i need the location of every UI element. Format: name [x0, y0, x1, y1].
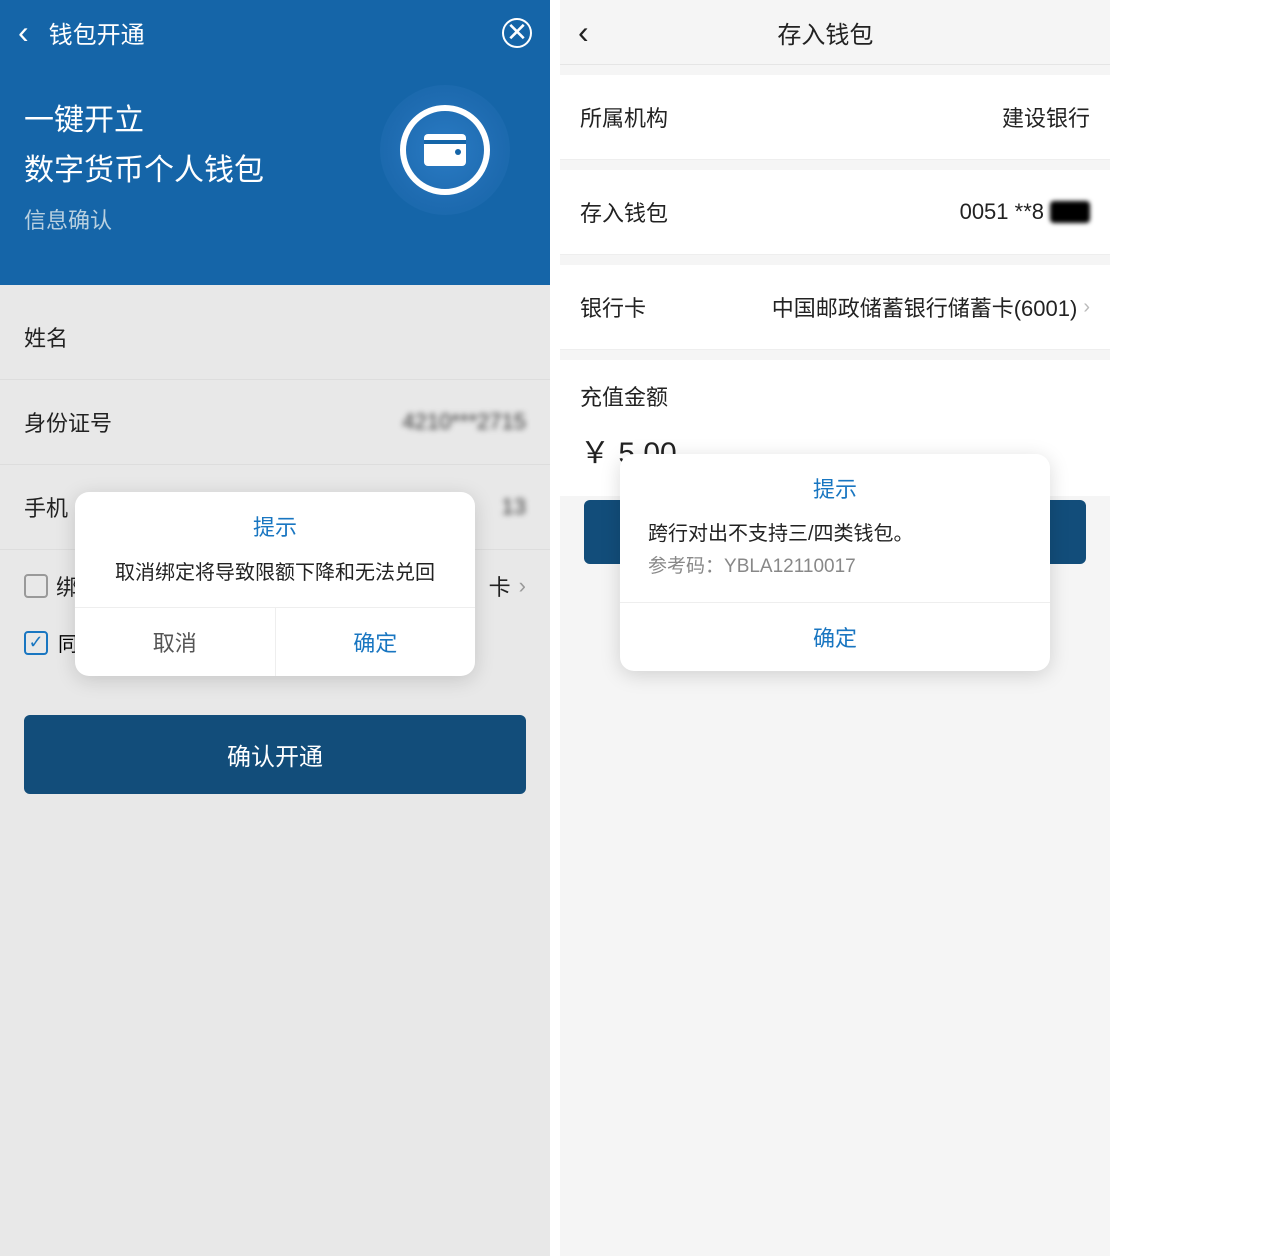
dialog-ref: 参考码：YBLA12110017	[648, 556, 856, 577]
wallet-value: 0051 **8	[960, 199, 1090, 225]
dialog-title: 提示	[75, 492, 475, 552]
dialog-unbind-warning: 提示 取消绑定将导致限额下降和无法兑回 取消 确定	[75, 492, 475, 676]
card-row[interactable]: 银行卡 中国邮政储蓄银行储蓄卡(6001) ›	[560, 265, 1110, 350]
wallet-icon	[422, 130, 468, 170]
name-row[interactable]: 姓名	[0, 295, 550, 380]
confirm-open-button[interactable]: 确认开通	[24, 715, 526, 794]
org-row[interactable]: 所属机构 建设银行	[560, 75, 1110, 160]
header: ‹ 存入钱包	[560, 0, 1110, 65]
org-label: 所属机构	[580, 101, 668, 133]
amount-label: 充值金额	[560, 360, 1110, 418]
card-label: 银行卡	[580, 291, 646, 323]
chevron-right-icon: ›	[1083, 296, 1090, 319]
dialog-cross-bank-error: 提示 跨行对出不支持三/四类钱包。 参考码：YBLA12110017 确定	[620, 454, 1050, 671]
card-value: 中国邮政储蓄银行储蓄卡(6001) ›	[772, 291, 1090, 323]
dialog-message: 取消绑定将导致限额下降和无法兑回	[75, 552, 475, 607]
wallet-row[interactable]: 存入钱包 0051 **8	[560, 170, 1110, 255]
back-icon[interactable]: ‹	[18, 14, 29, 51]
name-label: 姓名	[24, 321, 68, 353]
wallet-icon-circle	[380, 85, 510, 215]
wallet-label: 存入钱包	[580, 196, 668, 228]
agree-checkbox[interactable]: ✓	[24, 631, 48, 655]
phone-value: 13	[502, 494, 526, 520]
cancel-button[interactable]: 取消	[75, 608, 276, 676]
wallet-value-redacted	[1050, 201, 1090, 223]
ok-button[interactable]: 确定	[620, 602, 1050, 671]
ok-button[interactable]: 确定	[276, 608, 476, 676]
bind-suffix: 卡	[489, 570, 511, 602]
id-label: 身份证号	[24, 406, 112, 438]
dialog-buttons: 取消 确定	[75, 607, 475, 676]
header-title: 钱包开通	[49, 15, 145, 50]
header-title: 存入钱包	[589, 15, 1062, 50]
dialog-title: 提示	[620, 454, 1050, 514]
phone-label: 手机	[24, 491, 68, 523]
close-icon[interactable]: ✕	[502, 18, 532, 48]
screen-deposit-wallet: ‹ 存入钱包 所属机构 建设银行 存入钱包 0051 **8 银行卡 中国邮政储…	[560, 0, 1110, 1256]
bind-checkbox[interactable]	[24, 574, 48, 598]
dialog-message: 跨行对出不支持三/四类钱包。 参考码：YBLA12110017	[620, 514, 1050, 602]
header: ‹ 钱包开通 ✕	[0, 0, 550, 65]
id-row[interactable]: 身份证号 4210***2715	[0, 380, 550, 465]
hero-banner: 一键开立 数字货币个人钱包 信息确认	[0, 65, 550, 285]
chevron-right-icon: ›	[519, 573, 526, 599]
org-value: 建设银行	[1002, 101, 1090, 133]
back-icon[interactable]: ‹	[578, 14, 589, 51]
id-value: 4210***2715	[402, 409, 526, 435]
screen-wallet-open: ‹ 钱包开通 ✕ 一键开立 数字货币个人钱包 信息确认 姓名 身份证号 4210…	[0, 0, 550, 1256]
